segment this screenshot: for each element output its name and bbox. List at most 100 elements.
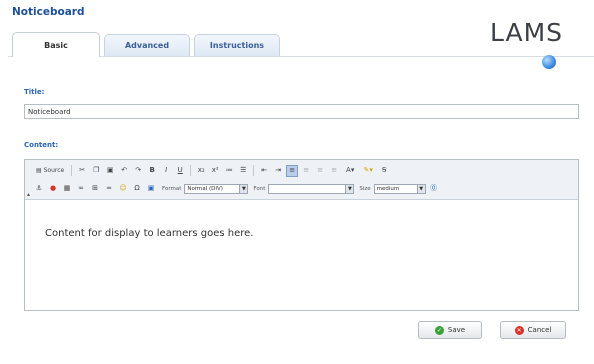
justify-icon: ≡ [331,166,338,174]
remove-format-icon: Ꞩ [381,166,387,174]
chevron-down-icon: ▼ [416,184,425,193]
smiley-button[interactable]: ☺ [117,183,129,195]
cancel-icon: ✕ [514,325,524,335]
table-icon: ⊞ [92,184,98,192]
about-icon: ⓪ [430,184,438,192]
horizontal-rule-button[interactable]: ═ [103,183,115,195]
toolbar-separator [190,165,192,176]
underline-icon: U [177,166,183,174]
title-label: Title: [24,88,45,96]
undo-icon: ↶ [121,166,128,174]
remove-format-button[interactable]: Ꞩ [378,165,390,177]
numbered-list-icon: ≔ [225,166,233,174]
numbered-list-button[interactable]: ≔ [223,165,235,177]
toolbar-row-1: ▤ Source ✂ ❐ ▣ ↶ ↷ B I U x₂ x² ≔ ☰ ⇤ ⇥ ≡… [33,163,390,178]
align-center-icon: ≡ [303,166,310,174]
italic-icon: I [165,166,168,174]
format-select[interactable]: Normal (DIV) ▼ [184,183,249,194]
text-color-icon: A▾ [346,166,355,174]
collapse-toolbar-icon[interactable]: ▴ [27,191,30,198]
italic-button[interactable]: I [160,165,172,177]
background-color-icon: ✎▾ [363,166,373,174]
align-right-icon: ≡ [317,166,324,174]
size-label: Size [359,185,371,192]
image-icon: ▦ [63,184,71,192]
redo-icon: ↷ [135,166,142,174]
editor-content-area[interactable]: Content for display to learners goes her… [25,201,578,310]
image-button[interactable]: ▦ [61,183,73,195]
undo-button[interactable]: ↶ [118,165,130,177]
align-left-button[interactable]: ≡ [286,164,299,177]
outdent-icon: ⇤ [261,166,268,174]
bulleted-list-icon: ☰ [240,166,247,174]
table-button[interactable]: ⊞ [89,183,101,195]
cancel-button[interactable]: ✕ Cancel [500,321,566,339]
paste-icon: ▣ [106,166,114,174]
anchor-button[interactable]: ⚓ [33,183,45,195]
text-color-button[interactable]: A▾ [342,165,358,177]
bold-button[interactable]: B [146,165,158,177]
format-value: Normal (DIV) [187,185,223,192]
rich-text-editor: ▤ Source ✂ ❐ ▣ ↶ ↷ B I U x₂ x² ≔ ☰ ⇤ ⇥ ≡… [24,159,579,311]
special-char-icon: Ω [134,184,140,192]
special-char-button[interactable]: Ω [131,183,143,195]
source-label: Source [43,166,65,174]
font-label: Font [253,185,266,192]
save-button[interactable]: ✓ Save [418,321,482,339]
copy-icon: ❐ [93,166,100,174]
content-label: Content: [24,141,59,149]
about-button[interactable]: ⓪ [428,183,440,195]
superscript-icon: x² [211,166,219,174]
maximize-icon: ▣ [147,184,155,192]
chevron-down-icon: ▼ [239,184,248,193]
editor-body-text: Content for display to learners goes her… [45,228,254,239]
size-select[interactable]: medium ▼ [373,183,426,194]
bold-icon: B [149,166,155,174]
app-title: Noticeboard [12,6,85,18]
check-icon: ✓ [434,325,444,335]
paste-button[interactable]: ▣ [104,165,116,177]
toolbar-separator [71,165,73,176]
subscript-icon: x₂ [197,166,205,174]
link-button[interactable]: ● [47,183,59,195]
cancel-label: Cancel [527,326,552,334]
indent-icon: ⇥ [275,166,282,174]
tab-instructions[interactable]: Instructions [194,34,280,56]
lams-logo: LAMS [490,18,564,47]
chevron-down-icon: ▼ [345,184,354,193]
anchor-icon: ⚓ [35,184,43,192]
help-icon[interactable] [542,55,556,69]
redo-button[interactable]: ↷ [132,165,144,177]
indent-button[interactable]: ⇥ [272,165,284,177]
flash-icon: ∞ [78,184,84,192]
bulleted-list-button[interactable]: ☰ [237,165,249,177]
format-label: Format [162,185,182,192]
background-color-button[interactable]: ✎▾ [360,165,376,177]
source-button[interactable]: ▤ Source [33,165,67,177]
font-select[interactable]: ▼ [268,183,355,194]
size-value: medium [376,185,400,192]
align-right-button[interactable]: ≡ [314,165,326,177]
justify-button[interactable]: ≡ [328,165,340,177]
copy-button[interactable]: ❐ [90,165,102,177]
maximize-button[interactable]: ▣ [145,183,157,195]
tab-advanced[interactable]: Advanced [104,34,190,56]
save-label: Save [447,326,466,334]
outdent-button[interactable]: ⇤ [258,165,270,177]
toolbar-separator [253,165,255,176]
superscript-button[interactable]: x² [209,165,221,177]
align-left-icon: ≡ [289,166,296,174]
title-input[interactable] [24,104,579,119]
editor-toolbar: ▤ Source ✂ ❐ ▣ ↶ ↷ B I U x₂ x² ≔ ☰ ⇤ ⇥ ≡… [25,160,578,200]
flash-button[interactable]: ∞ [75,183,87,195]
subscript-button[interactable]: x₂ [195,165,207,177]
tab-basic[interactable]: Basic [12,32,100,57]
cut-icon: ✂ [79,166,86,174]
smiley-icon: ☺ [119,184,127,192]
link-icon: ● [49,184,57,192]
underline-button[interactable]: U [174,165,186,177]
horizontal-rule-icon: ═ [106,184,112,192]
toolbar-row-2: ⚓ ● ▦ ∞ ⊞ ═ ☺ Ω ▣ Format Normal (DIV) ▼ … [33,181,440,196]
align-center-button[interactable]: ≡ [300,165,312,177]
cut-button[interactable]: ✂ [76,165,88,177]
